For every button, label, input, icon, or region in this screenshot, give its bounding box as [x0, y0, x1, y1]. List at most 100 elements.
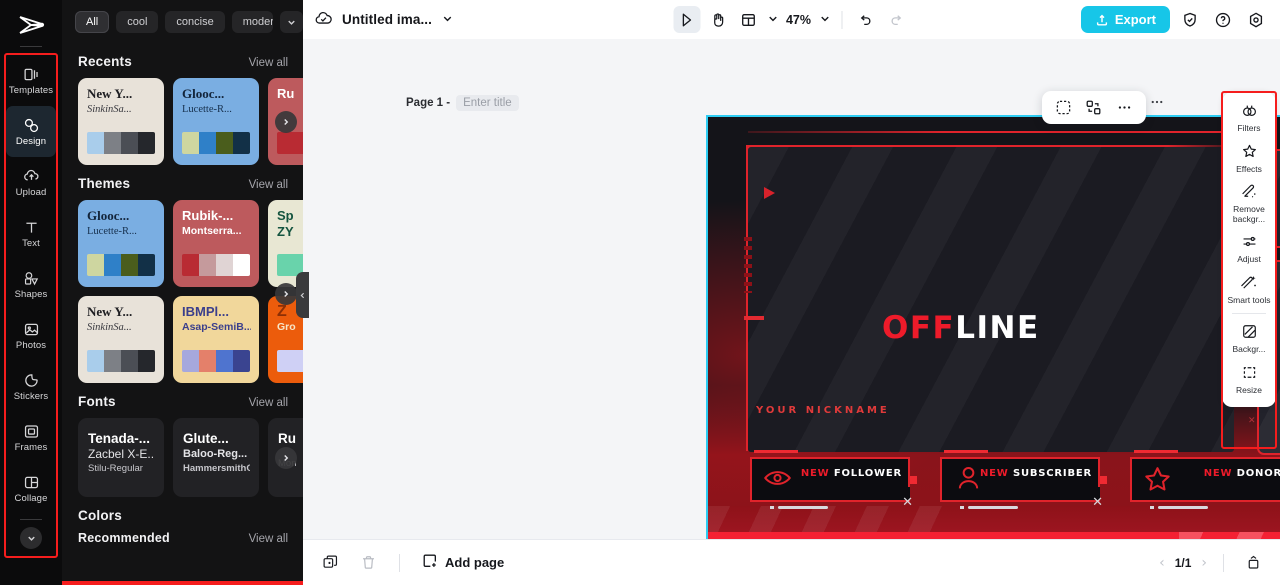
section-header-themes: Themes View all — [62, 165, 303, 200]
alert-new-donor[interactable]: NEW DONOR ✕ — [1130, 450, 1280, 509]
layout-tool-button[interactable] — [735, 6, 762, 33]
document-title-caret[interactable] — [441, 12, 454, 28]
theme-card[interactable]: IBMPl... Asap-SemiB... — [173, 296, 259, 383]
sidebar-item-collage[interactable]: Collage — [6, 463, 56, 514]
chip-concise[interactable]: concise — [165, 11, 225, 33]
frames-icon — [23, 423, 40, 440]
rail-item-list: Templates Design Upload Text Shapes Phot… — [4, 55, 58, 514]
trash-icon — [362, 556, 374, 569]
alert-type-text: FOLLOWER — [833, 468, 902, 479]
bottom-bar: Add page ‹ 1/1 › — [303, 539, 1280, 585]
template-card[interactable]: New Y... SinkinSa... — [78, 78, 164, 165]
bottom-divider-2 — [1223, 553, 1224, 572]
sidebar-item-design[interactable]: Design — [6, 106, 56, 157]
sidebar-item-templates[interactable]: Templates — [6, 55, 56, 106]
tools-divider — [1232, 313, 1266, 314]
tool-filters[interactable]: Filters — [1222, 97, 1276, 138]
tool-label: Adjust — [1237, 254, 1261, 264]
chevron-right-icon — [284, 290, 289, 298]
page-more-button[interactable] — [1149, 94, 1165, 113]
view-all-recommended[interactable]: View all — [249, 533, 288, 545]
zoom-caret[interactable] — [818, 12, 831, 28]
chevron-down-icon — [288, 20, 295, 25]
element-more-button[interactable] — [1113, 96, 1137, 120]
alert-new-subscriber[interactable]: NEW SUBSCRIBER ✕ — [940, 450, 1107, 510]
themes-row-2: New Y... SinkinSa... IBMPl... Asap-SemiB… — [62, 283, 303, 383]
alert-bottom-line — [1158, 506, 1208, 509]
rail-bottom-divider — [20, 519, 42, 520]
eye-icon — [763, 467, 792, 492]
view-all-themes[interactable]: View all — [249, 179, 288, 191]
delete-button[interactable] — [355, 550, 381, 576]
sidebar-item-frames[interactable]: Frames — [6, 412, 56, 463]
topbar-center-tools: 47% — [672, 6, 910, 33]
document-title[interactable]: Untitled ima... — [342, 12, 432, 27]
tool-adjust[interactable]: Adjust — [1222, 228, 1276, 269]
tool-effects[interactable]: Effects — [1222, 138, 1276, 179]
hand-tool-button[interactable] — [704, 6, 731, 33]
settings-button[interactable] — [1242, 6, 1269, 33]
chevron-left-icon — [300, 292, 305, 298]
fonts-next-button[interactable] — [275, 447, 297, 469]
chip-cool[interactable]: cool — [116, 11, 159, 33]
duplicate-button[interactable] — [317, 550, 343, 576]
sidebar-item-upload[interactable]: Upload — [6, 157, 56, 208]
card-subtitle: ZY — [277, 225, 294, 238]
export-button[interactable]: Export — [1080, 6, 1170, 33]
tool-resize[interactable]: Resize — [1222, 359, 1276, 400]
pages-panel-button[interactable] — [1240, 550, 1266, 576]
alert-top-dash — [754, 450, 798, 453]
font-card-line1: Tenada-... — [88, 431, 151, 446]
cloud-saved-icon[interactable] — [314, 9, 333, 31]
add-page-button[interactable]: Add page — [422, 553, 504, 572]
tool-remove-background[interactable]: Remove backgr... — [1222, 178, 1276, 228]
chip-modern[interactable]: modern — [231, 11, 273, 33]
panel-collapse-handle[interactable] — [296, 272, 309, 318]
undo-button[interactable] — [852, 6, 879, 33]
select-tool-button[interactable] — [672, 6, 700, 33]
sidebar-item-text[interactable]: Text — [6, 208, 56, 259]
rail-more-button[interactable] — [20, 527, 42, 549]
zoom-level[interactable]: 47% — [783, 13, 814, 27]
replace-button[interactable] — [1082, 96, 1106, 120]
alert-bottom-line — [968, 506, 1018, 509]
layout-caret[interactable] — [766, 12, 779, 28]
view-all-recents[interactable]: View all — [249, 57, 288, 69]
font-card[interactable]: Tenada-... Zacbel X-E... Stilu-Regular — [78, 418, 164, 497]
theme-card[interactable]: New Y... SinkinSa... — [78, 296, 164, 383]
tool-label: Effects — [1236, 163, 1262, 174]
help-button[interactable] — [1209, 6, 1236, 33]
close-marker: ✕ — [1248, 416, 1256, 426]
filter-chip-row: All cool concise modern — [62, 0, 303, 43]
sidebar-item-label: Text — [22, 237, 40, 249]
shield-button[interactable] — [1176, 6, 1203, 33]
theme-card[interactable]: Rubik-... Montserra... — [173, 200, 259, 287]
prev-page-button[interactable]: ‹ — [1159, 555, 1165, 571]
font-card[interactable]: Glute... Baloo-Reg... HammersmithOn... — [173, 418, 259, 497]
themes-next-button[interactable] — [275, 283, 297, 305]
section-title: Recents — [78, 54, 132, 69]
sidebar-item-photos[interactable]: Photos — [6, 310, 56, 361]
sidebar-item-label: Photos — [15, 339, 47, 351]
recents-next-button[interactable] — [275, 111, 297, 133]
sidebar-item-shapes[interactable]: Shapes — [6, 259, 56, 310]
capcut-logo[interactable] — [14, 12, 48, 38]
design-canvas[interactable]: OFFLINE YOUR NICKNAME ✕ ✕ CHAT — [706, 115, 1280, 539]
alert-new-follower[interactable]: NEW FOLLOWER ✕ — [750, 450, 917, 510]
offline-text-red: OFF — [882, 310, 956, 346]
tool-background[interactable]: Backgr... — [1222, 318, 1276, 359]
chip-all[interactable]: All — [75, 11, 110, 33]
upload-icon — [23, 168, 40, 185]
chip-expand-button[interactable] — [280, 11, 303, 33]
sidebar-item-stickers[interactable]: Stickers — [6, 361, 56, 412]
next-page-button[interactable]: › — [1201, 555, 1207, 571]
view-all-fonts[interactable]: View all — [249, 397, 288, 409]
shapes-icon — [23, 270, 40, 287]
theme-card[interactable]: Glooc... Lucette-R... — [78, 200, 164, 287]
cutout-button[interactable] — [1051, 96, 1075, 120]
redo-button[interactable] — [883, 6, 910, 33]
alert-bottom-dot — [770, 506, 774, 509]
page-title-input[interactable]: Enter title — [456, 95, 519, 111]
template-card[interactable]: Glooc... Lucette-R... — [173, 78, 259, 165]
tool-smart-tools[interactable]: Smart tools — [1222, 269, 1276, 310]
